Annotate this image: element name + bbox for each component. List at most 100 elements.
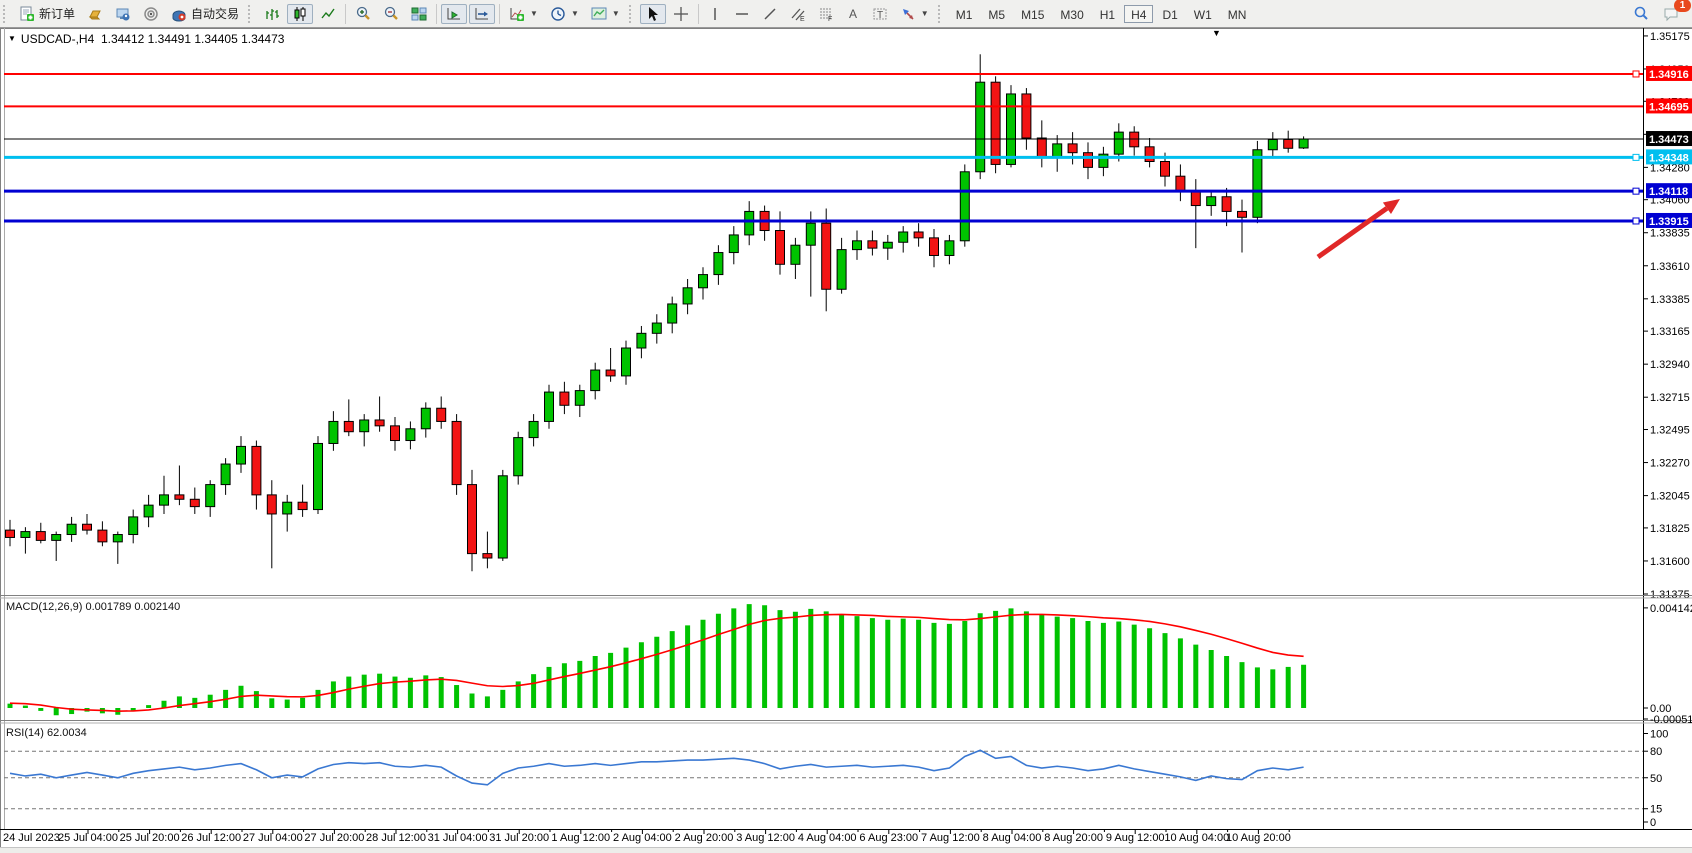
line-handle[interactable] bbox=[1633, 154, 1639, 160]
periods-button[interactable]: ▼ bbox=[545, 4, 584, 24]
price-line-label: 1.34916 bbox=[1649, 69, 1689, 81]
main-toolbar: 新订单 自动交易 ▼ ▼ ▼ E F A T ▼ bbox=[0, 0, 1692, 28]
trendline-icon bbox=[762, 6, 778, 22]
candle bbox=[52, 532, 61, 561]
gold-bar-icon bbox=[87, 6, 103, 22]
candle bbox=[221, 458, 230, 495]
price-tick-label: 1.32045 bbox=[1650, 491, 1690, 503]
text-label-button[interactable]: T bbox=[867, 4, 893, 24]
templates-button[interactable]: ▼ bbox=[586, 4, 625, 24]
arrows-button[interactable]: ▼ bbox=[895, 4, 934, 24]
indicators-button[interactable]: ▼ bbox=[504, 4, 543, 24]
auto-trading-button[interactable]: 自动交易 bbox=[166, 4, 244, 24]
candle bbox=[806, 211, 815, 296]
candle bbox=[206, 480, 215, 517]
date-label: 3 Aug 12:00 bbox=[736, 832, 795, 844]
chart-shift-marker-icon[interactable]: ▼ bbox=[1212, 28, 1221, 38]
candle bbox=[853, 231, 862, 260]
date-label: 27 Jul 04:00 bbox=[243, 832, 303, 844]
candle bbox=[930, 229, 939, 267]
price-line-label: 1.34473 bbox=[1649, 134, 1689, 146]
svg-text:F: F bbox=[828, 16, 832, 22]
candle bbox=[437, 396, 446, 428]
collapse-triangle-icon[interactable]: ▼ bbox=[8, 34, 16, 43]
line-handle[interactable] bbox=[1633, 71, 1639, 77]
search-button[interactable] bbox=[1627, 4, 1655, 24]
timeframe-m30-button[interactable]: M30 bbox=[1053, 5, 1090, 23]
timeframe-mn-button[interactable]: MN bbox=[1221, 5, 1254, 23]
zoom-in-button[interactable] bbox=[350, 4, 376, 24]
signals-button[interactable] bbox=[138, 4, 164, 24]
price-line-label: 1.34348 bbox=[1649, 152, 1689, 164]
vertical-line-button[interactable] bbox=[703, 4, 727, 24]
candle bbox=[1099, 147, 1108, 176]
fibonacci-button[interactable]: F bbox=[813, 4, 839, 24]
text-label-icon: T bbox=[872, 6, 888, 22]
price-line-label: 1.33915 bbox=[1649, 216, 1689, 228]
chart-plot[interactable]: 1.351751.349501.347301.345051.342801.340… bbox=[0, 28, 1692, 847]
timeframe-d1-button[interactable]: D1 bbox=[1155, 5, 1184, 23]
bar-chart-button[interactable] bbox=[259, 4, 285, 24]
candle bbox=[791, 238, 800, 279]
candle bbox=[514, 432, 523, 485]
candle bbox=[883, 235, 892, 260]
candle bbox=[1238, 200, 1247, 253]
gold-bar-button[interactable] bbox=[82, 4, 108, 24]
candle bbox=[1176, 164, 1185, 201]
timeframe-m15-button[interactable]: M15 bbox=[1014, 5, 1051, 23]
price-tick-label: 1.35175 bbox=[1650, 31, 1690, 43]
zoom-out-button[interactable] bbox=[378, 4, 404, 24]
new-order-button[interactable]: 新订单 bbox=[14, 4, 80, 24]
auto-trading-icon bbox=[171, 6, 187, 22]
rsi-tick-label: 100 bbox=[1650, 729, 1668, 741]
line-chart-button[interactable] bbox=[315, 4, 341, 24]
candle bbox=[6, 520, 15, 546]
candle bbox=[714, 245, 723, 285]
date-label: 8 Aug 04:00 bbox=[983, 832, 1042, 844]
cursor-icon bbox=[645, 6, 661, 22]
crosshair-button[interactable] bbox=[668, 4, 694, 24]
candlestick-chart-button[interactable] bbox=[287, 4, 313, 24]
chart-shift-button[interactable] bbox=[469, 4, 495, 24]
candlestick-chart-icon bbox=[292, 6, 308, 22]
toolbar-grip bbox=[938, 5, 945, 23]
timeframe-m1-button[interactable]: M1 bbox=[949, 5, 980, 23]
chart-window: ▼USDCAD-,H4 1.34412 1.34491 1.34405 1.34… bbox=[0, 28, 1692, 847]
cursor-button[interactable] bbox=[640, 4, 666, 24]
trend-arrow-object[interactable] bbox=[1318, 208, 1387, 257]
line-handle[interactable] bbox=[1633, 218, 1639, 224]
horizontal-line-button[interactable] bbox=[729, 4, 755, 24]
toolbar-grip bbox=[3, 5, 10, 23]
candle bbox=[83, 514, 92, 535]
chart-ohlc-values: 1.34412 1.34491 1.34405 1.34473 bbox=[101, 32, 285, 46]
timeframe-w1-button[interactable]: W1 bbox=[1187, 5, 1219, 23]
candle bbox=[391, 417, 400, 451]
price-tick-label: 1.32940 bbox=[1650, 359, 1690, 371]
date-label: 9 Aug 12:00 bbox=[1106, 832, 1165, 844]
text-button[interactable]: A bbox=[841, 4, 865, 24]
candle bbox=[1068, 132, 1077, 164]
timeframe-m5-button[interactable]: M5 bbox=[981, 5, 1012, 23]
dropdown-caret-icon: ▼ bbox=[571, 9, 579, 18]
date-label: 27 Jul 20:00 bbox=[304, 832, 364, 844]
virtual-hosting-button[interactable] bbox=[110, 4, 136, 24]
candle bbox=[483, 532, 492, 569]
price-line-label: 1.34118 bbox=[1649, 186, 1688, 198]
candle bbox=[1299, 136, 1308, 149]
timeframe-h1-button[interactable]: H1 bbox=[1093, 5, 1122, 23]
auto-scroll-button[interactable] bbox=[441, 4, 467, 24]
timeframe-h4-button[interactable]: H4 bbox=[1124, 5, 1153, 23]
date-label: 8 Aug 20:00 bbox=[1044, 832, 1103, 844]
price-tick-label: 1.32495 bbox=[1650, 425, 1690, 437]
date-label: 10 Aug 04:00 bbox=[1164, 832, 1229, 844]
candle bbox=[699, 267, 708, 299]
candle bbox=[899, 226, 908, 252]
notifications-button[interactable]: 1 bbox=[1657, 4, 1685, 24]
rsi-tick-label: 15 bbox=[1650, 804, 1662, 816]
candle bbox=[160, 476, 169, 514]
tile-windows-button[interactable] bbox=[406, 4, 432, 24]
candle bbox=[637, 326, 646, 358]
equidistant-channel-button[interactable]: E bbox=[785, 4, 811, 24]
line-handle[interactable] bbox=[1633, 188, 1639, 194]
trendline-button[interactable] bbox=[757, 4, 783, 24]
